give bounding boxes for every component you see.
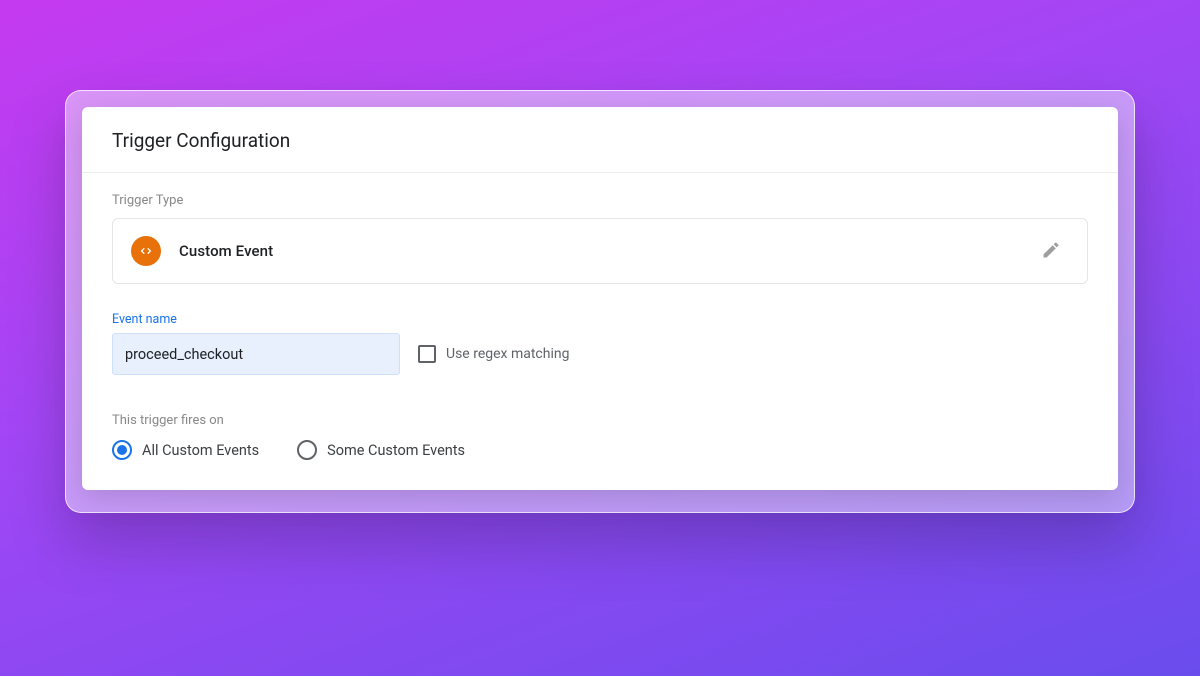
card-header: Trigger Configuration — [82, 107, 1118, 173]
radio-unselected-icon — [297, 440, 317, 460]
radio-label: Some Custom Events — [327, 442, 465, 459]
trigger-type-row[interactable]: Custom Event — [112, 218, 1088, 284]
radio-selected-icon — [112, 440, 132, 460]
radio-all-custom-events[interactable]: All Custom Events — [112, 440, 259, 460]
trigger-config-card: Trigger Configuration Trigger Type Custo… — [82, 107, 1118, 490]
trigger-type-label: Trigger Type — [112, 193, 1088, 208]
radio-label: All Custom Events — [142, 442, 259, 459]
edit-trigger-type-button[interactable] — [1033, 233, 1069, 269]
regex-checkbox-label: Use regex matching — [446, 346, 569, 362]
card-title: Trigger Configuration — [112, 129, 1088, 152]
regex-checkbox[interactable]: Use regex matching — [418, 345, 569, 363]
outer-shell: Trigger Configuration Trigger Type Custo… — [65, 90, 1135, 513]
event-name-input[interactable] — [112, 333, 400, 375]
fires-on-radio-group: All Custom Events Some Custom Events — [112, 440, 1088, 460]
checkbox-icon — [418, 345, 436, 363]
event-name-row: Use regex matching — [112, 333, 1088, 375]
trigger-type-name: Custom Event — [179, 242, 273, 260]
fires-on-label: This trigger fires on — [112, 413, 1088, 428]
card-body: Trigger Type Custom Event Event name Use… — [82, 173, 1118, 490]
radio-some-custom-events[interactable]: Some Custom Events — [297, 440, 465, 460]
code-icon — [131, 236, 161, 266]
event-name-label: Event name — [112, 312, 1088, 327]
pencil-icon — [1041, 240, 1061, 263]
